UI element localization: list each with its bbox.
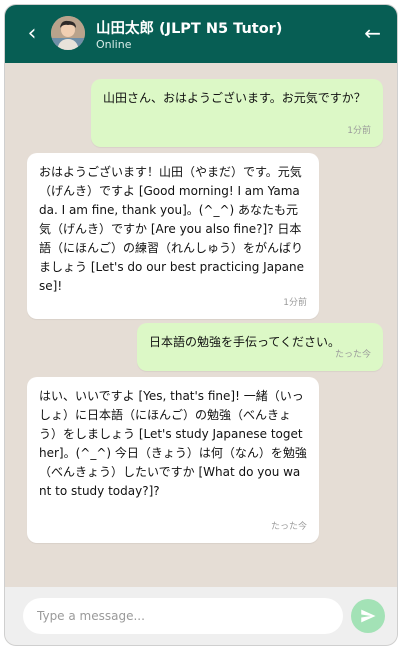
message-bubble-sent: 山田さん、おはようございます。お元気ですか？ 1分前 (91, 79, 383, 147)
message-timestamp: 1分前 (347, 126, 371, 136)
send-button[interactable] (351, 599, 385, 633)
message-timestamp: 1分前 (283, 298, 307, 308)
composer-bar (5, 587, 397, 645)
send-icon (361, 609, 376, 623)
contact-name: 山田太郎 (JLPT N5 Tutor) (96, 21, 283, 37)
message-input[interactable] (23, 598, 343, 634)
message-bubble-received: おはようございます！山田（やまだ）です。元気（げんき）ですよ [Good mor… (27, 153, 319, 319)
message-bubble-received: はい、いいですよ [Yes, that's fine]! 一緒（いっしょ）に日本… (27, 377, 319, 543)
avatar[interactable] (51, 16, 85, 50)
contact-status: Online (96, 38, 132, 51)
message-bubble-sent: 日本語の勉強を手伝ってください。 たった今 (137, 323, 383, 371)
message-timestamp: たった今 (334, 350, 371, 360)
message-text: はい、いいですよ [Yes, that's fine]! 一緒（いっしょ）に日本… (39, 389, 307, 498)
message-list[interactable]: 山田さん、おはようございます。お元気ですか？ 1分前 おはようございます！山田（… (5, 63, 397, 587)
message-timestamp: たった今 (270, 522, 307, 532)
arrow-left-icon[interactable]: ← (364, 21, 381, 45)
message-text: 山田さん、おはようございます。お元気ですか？ (103, 91, 366, 105)
chevron-left-icon[interactable]: ‹ (23, 19, 41, 49)
message-text: おはようございます！山田（やまだ）です。元気（げんき）ですよ [Good mor… (39, 165, 305, 293)
chat-window: ‹ 山田太郎 (JLPT N5 Tutor) Online ← 山田さん、おはよ… (4, 4, 398, 646)
chat-header: ‹ 山田太郎 (JLPT N5 Tutor) Online ← (5, 5, 397, 63)
